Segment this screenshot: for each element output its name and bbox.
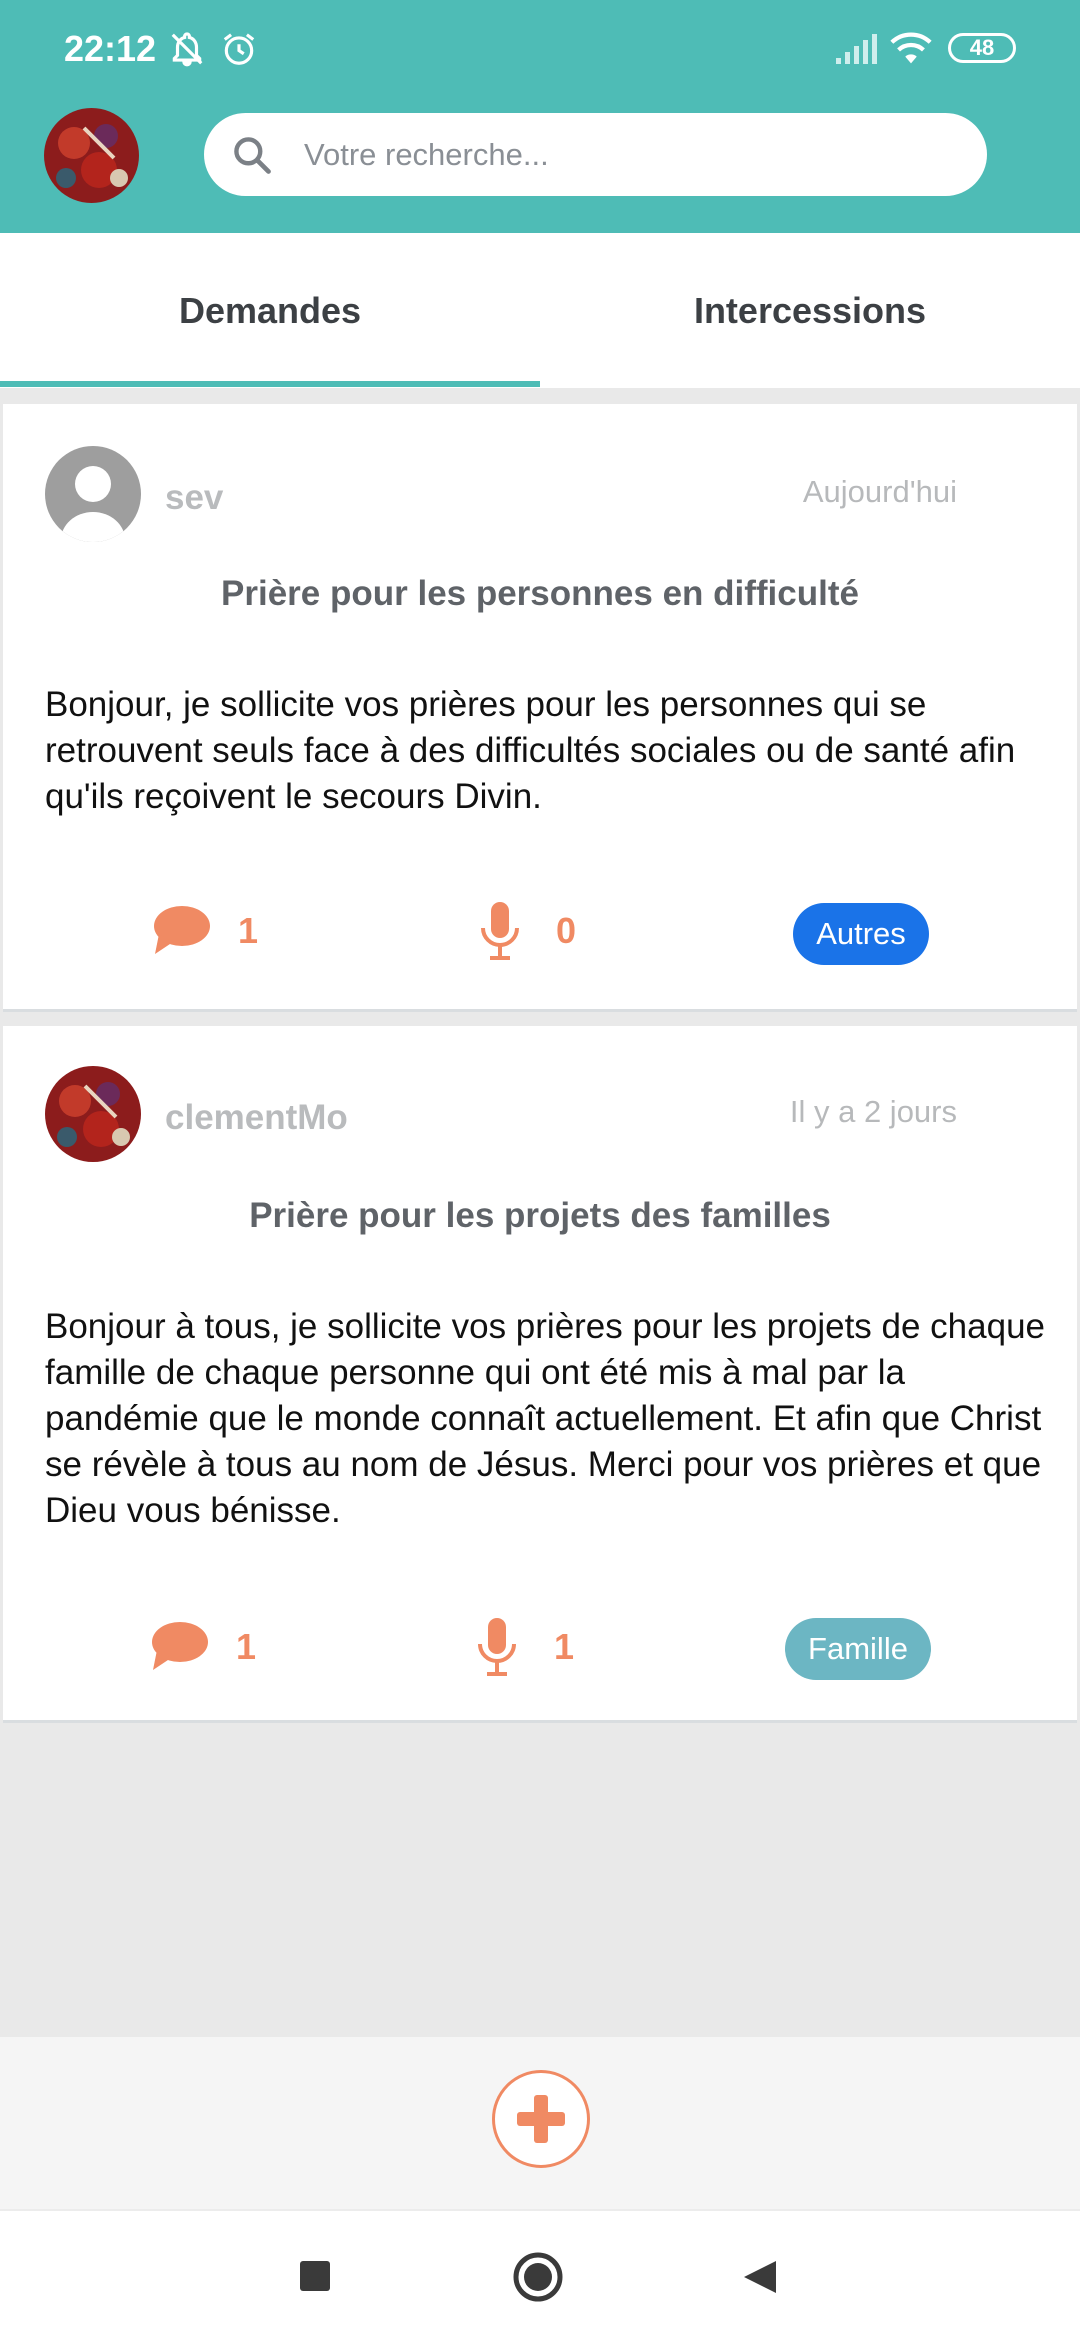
voice-count: 1 (554, 1626, 575, 1667)
category-tag[interactable]: Famille (785, 1618, 931, 1680)
category-tag[interactable]: Autres (793, 903, 929, 965)
signal-icon (836, 34, 877, 64)
prayer-card[interactable]: sev Aujourd'hui Prière pour les personne… (3, 404, 1077, 1012)
user-avatar[interactable] (44, 108, 139, 203)
bottom-action-bar (0, 2037, 1080, 2209)
post-date: Aujourd'hui (802, 474, 957, 509)
microphone-icon[interactable] (476, 1616, 518, 1678)
avatar-image (44, 108, 139, 203)
tab-intercessions[interactable]: Intercessions (540, 233, 1080, 388)
status-time: 22:12 (64, 28, 157, 69)
post-body: Bonjour, je sollicite vos prières pour l… (45, 685, 1016, 816)
wifi-icon (890, 32, 932, 64)
tab-demandes[interactable]: Demandes (0, 233, 540, 388)
app-screen: 22:12 48 Votre recherche... Demandes Int… (0, 0, 1080, 2340)
add-request-button[interactable] (492, 2070, 590, 2168)
tab-bar: Demandes Intercessions (0, 233, 1080, 388)
home-icon[interactable] (512, 2251, 564, 2303)
app-header: 22:12 48 (0, 0, 1080, 233)
search-icon (234, 137, 271, 174)
post-body: Bonjour à tous, je sollicite vos prières… (45, 1307, 1045, 1530)
battery-icon: 48 (948, 33, 1016, 63)
comment-count: 1 (238, 910, 259, 951)
system-nav-bar (0, 2209, 1080, 2340)
comment-icon[interactable] (151, 904, 211, 956)
post-date: Il y a 2 jours (789, 1094, 957, 1129)
alarm-icon (223, 33, 255, 65)
search-bar[interactable] (204, 113, 987, 196)
back-icon[interactable] (740, 2257, 780, 2297)
microphone-icon[interactable] (479, 900, 521, 962)
prayer-card[interactable]: clementMo Il y a 2 jours Prière pour les… (3, 1026, 1077, 1723)
avatar-image (45, 1066, 141, 1162)
post-username: clementMo (165, 1098, 348, 1137)
post-title: Prière pour les personnes en difficulté (221, 574, 859, 613)
avatar (45, 1066, 141, 1162)
notifications-off-icon (171, 32, 203, 67)
plus-icon (517, 2095, 565, 2143)
voice-count: 0 (556, 910, 577, 951)
default-avatar-icon (45, 446, 141, 542)
comment-icon[interactable] (149, 1620, 209, 1672)
active-tab-indicator (0, 381, 540, 387)
post-username: sev (165, 478, 224, 517)
search-input[interactable] (304, 113, 964, 196)
post-title: Prière pour les projets des familles (249, 1196, 831, 1235)
comment-count: 1 (236, 1626, 257, 1667)
avatar (45, 446, 141, 542)
recent-apps-icon[interactable] (298, 2259, 332, 2293)
